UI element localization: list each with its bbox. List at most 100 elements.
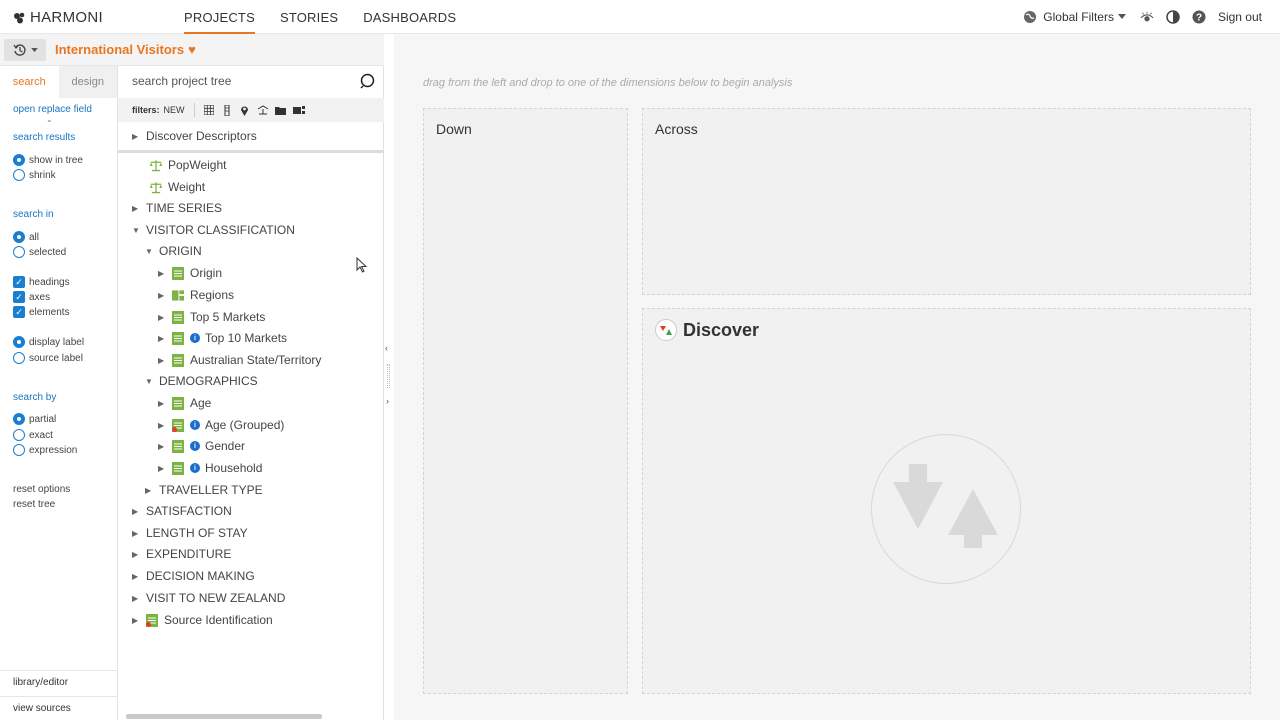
tree-node-length-of-stay[interactable]: ▶ LENGTH OF STAY [132, 523, 248, 543]
expand-arrow-icon[interactable]: ▶ [132, 204, 142, 213]
tree-node-expenditure[interactable]: ▶ EXPENDITURE [132, 544, 231, 564]
expand-arrow-icon[interactable]: ▶ [158, 291, 168, 300]
tree-node-time-series[interactable]: ▶ TIME SERIES [132, 198, 222, 218]
radio-shrink[interactable]: shrink [13, 169, 56, 181]
tree-node-visit-to-nz[interactable]: ▶ VISIT TO NEW ZEALAND [132, 588, 285, 608]
expand-arrow-icon[interactable]: ▶ [158, 269, 168, 278]
tree-node-satisfaction[interactable]: ▶ SATISFACTION [132, 501, 232, 521]
search-icon[interactable] [360, 73, 376, 89]
project-title[interactable]: International Visitors ♥ [55, 42, 196, 57]
tree-node-popweight[interactable]: PopWeight [150, 155, 226, 175]
expand-arrow-icon[interactable]: ▶ [132, 572, 142, 581]
discover-dropzone[interactable]: Discover [642, 308, 1251, 694]
info-icon[interactable]: i [190, 333, 200, 343]
info-icon[interactable]: i [190, 463, 200, 473]
open-replace-field-link[interactable]: open replace field [13, 104, 92, 115]
collapse-arrow-icon[interactable]: ▼ [132, 226, 142, 235]
chevron-right-icon[interactable]: › [386, 396, 389, 406]
info-icon[interactable]: i [190, 420, 200, 430]
view-sources-link[interactable]: view sources [0, 696, 118, 720]
radio-show-in-tree[interactable]: show in tree [13, 154, 83, 166]
tree-node-top-5-markets[interactable]: ▶ Top 5 Markets [158, 307, 265, 327]
eye-icon[interactable] [1140, 10, 1154, 24]
column-filter-icon[interactable] [218, 102, 236, 118]
radio-exact[interactable]: exact [13, 429, 53, 441]
radio-partial[interactable]: partial [13, 413, 56, 425]
down-dropzone[interactable]: Down [423, 108, 628, 694]
tab-search[interactable]: search [0, 66, 59, 98]
help-icon[interactable]: ? [1192, 10, 1206, 24]
nav-dashboards[interactable]: DASHBOARDS [363, 0, 456, 34]
tree-node-origin-group[interactable]: ▼ ORIGIN [145, 241, 202, 261]
expand-arrow-icon[interactable]: ▶ [158, 421, 168, 430]
expand-arrow-icon[interactable]: ▶ [158, 442, 168, 451]
filter-new-button[interactable]: NEW [164, 105, 185, 115]
radio-expression[interactable]: expression [13, 444, 77, 456]
across-dropzone[interactable]: Across [642, 108, 1251, 295]
grouped-variable-icon [172, 289, 184, 301]
sign-out-link[interactable]: Sign out [1218, 10, 1262, 24]
chevron-down-icon[interactable]: ⌄ [46, 115, 53, 124]
heart-icon[interactable]: ♥ [188, 42, 196, 57]
folder-filter-icon[interactable] [272, 102, 290, 118]
tree-node-demographics[interactable]: ▼ DEMOGRAPHICS [145, 371, 258, 391]
expand-arrow-icon[interactable]: ▶ [158, 334, 168, 343]
grid-filter-icon[interactable] [200, 102, 218, 118]
expand-arrow-icon[interactable]: ▶ [158, 313, 168, 322]
reset-options-link[interactable]: reset options [13, 484, 70, 495]
tree-node-discover-descriptors[interactable]: ▶ Discover Descriptors [132, 126, 257, 146]
logo-text: HARMONI [30, 9, 103, 26]
expand-arrow-icon[interactable]: ▶ [132, 529, 142, 538]
tree-node-top-10-markets[interactable]: ▶ i Top 10 Markets [158, 328, 287, 348]
hierarchy-filter-icon[interactable] [254, 102, 272, 118]
variable-icon [172, 331, 184, 345]
expand-arrow-icon[interactable]: ▶ [132, 550, 142, 559]
collapse-arrow-icon[interactable]: ▼ [145, 247, 155, 256]
radio-source-label[interactable]: source label [13, 352, 83, 364]
tree-node-traveller-type[interactable]: ▶ TRAVELLER TYPE [145, 480, 263, 500]
reset-tree-link[interactable]: reset tree [13, 499, 55, 510]
panel-splitter[interactable]: ‹ › [384, 34, 394, 720]
tree-node-decision-making[interactable]: ▶ DECISION MAKING [132, 566, 255, 586]
tree-node-gender[interactable]: ▶ i Gender [158, 436, 245, 456]
expand-arrow-icon[interactable]: ▶ [132, 507, 142, 516]
tree-node-australian-state[interactable]: ▶ Australian State/Territory [158, 350, 321, 370]
collapse-arrow-icon[interactable]: ▼ [145, 377, 155, 386]
nav-stories[interactable]: STORIES [280, 0, 338, 34]
contrast-icon[interactable] [1166, 10, 1180, 24]
tree-node-weight[interactable]: Weight [150, 177, 205, 197]
tree-node-source-identification[interactable]: ▶ Source Identification [132, 610, 273, 630]
tree-node-visitor-classification[interactable]: ▼ VISITOR CLASSIFICATION [132, 220, 295, 240]
tree-node-origin[interactable]: ▶ Origin [158, 263, 222, 283]
expand-arrow-icon[interactable]: ▶ [158, 399, 168, 408]
expand-arrow-icon[interactable]: ▶ [132, 616, 142, 625]
drag-handle-icon[interactable] [387, 364, 390, 388]
tree-node-age[interactable]: ▶ Age [158, 393, 211, 413]
history-button[interactable] [4, 39, 46, 61]
horizontal-scrollbar[interactable] [126, 714, 322, 719]
tree-node-age-grouped[interactable]: ▶ i Age (Grouped) [158, 415, 284, 435]
expand-arrow-icon[interactable]: ▶ [145, 486, 155, 495]
library-editor-link[interactable]: library/editor [0, 670, 118, 694]
radio-selected[interactable]: selected [13, 246, 66, 258]
location-filter-icon[interactable] [236, 102, 254, 118]
expand-arrow-icon[interactable]: ▶ [158, 356, 168, 365]
database-filter-icon[interactable] [290, 102, 308, 118]
checkbox-axes[interactable]: ✓ axes [13, 291, 50, 303]
harmoni-logo[interactable]: HARMONI [13, 9, 103, 26]
checkbox-headings[interactable]: ✓ headings [13, 276, 70, 288]
radio-all[interactable]: all [13, 231, 39, 243]
radio-display-label[interactable]: display label [13, 336, 84, 348]
tree-search-input[interactable] [132, 74, 352, 88]
chevron-left-icon[interactable]: ‹ [385, 343, 388, 353]
expand-arrow-icon[interactable]: ▶ [132, 132, 142, 141]
global-filters-button[interactable]: Global Filters [1023, 10, 1126, 24]
info-icon[interactable]: i [190, 441, 200, 451]
tab-design[interactable]: design [58, 66, 117, 98]
checkbox-elements[interactable]: ✓ elements [13, 306, 70, 318]
tree-node-household[interactable]: ▶ i Household [158, 458, 262, 478]
expand-arrow-icon[interactable]: ▶ [158, 464, 168, 473]
nav-projects[interactable]: PROJECTS [184, 0, 255, 34]
tree-node-regions[interactable]: ▶ Regions [158, 285, 234, 305]
expand-arrow-icon[interactable]: ▶ [132, 594, 142, 603]
